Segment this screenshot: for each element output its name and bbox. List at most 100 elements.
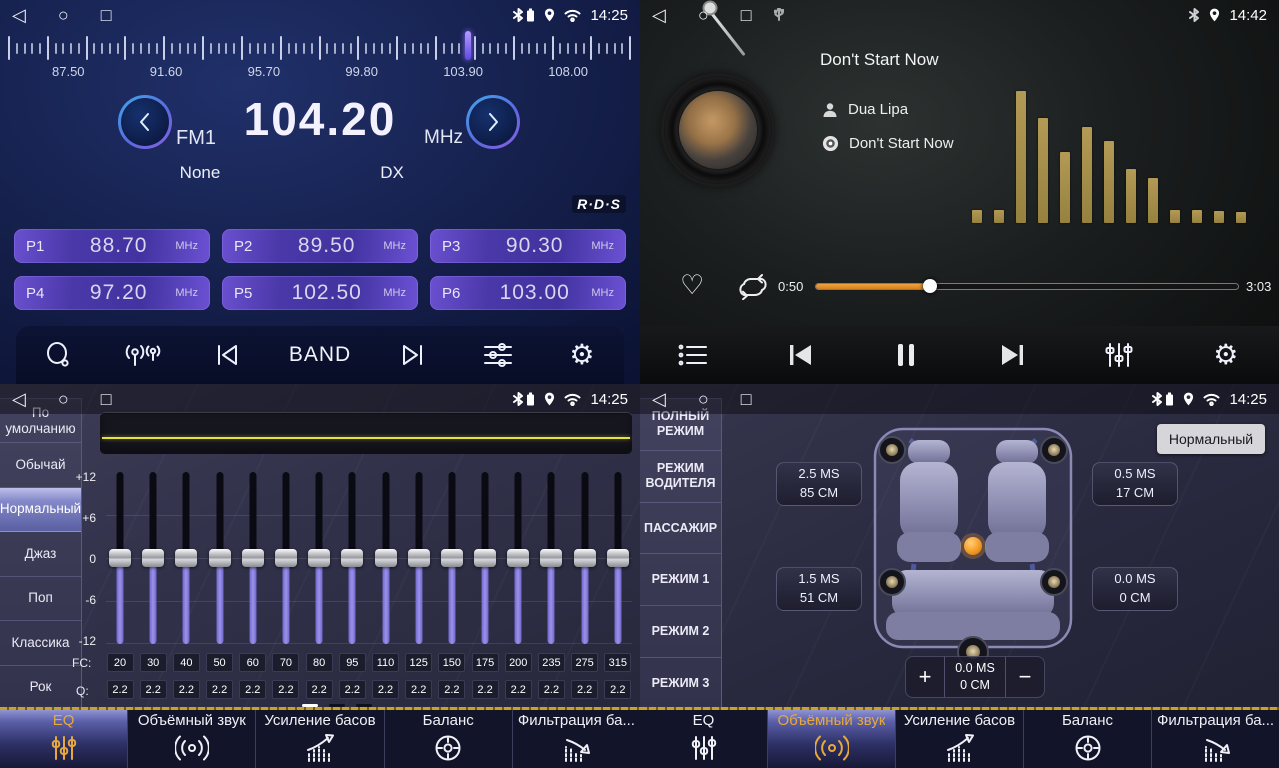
scan-icon[interactable] [36, 333, 80, 377]
slider-handle[interactable] [574, 549, 596, 567]
tab-audio-2[interactable]: Усиление басов [255, 710, 383, 768]
tab-audio-1[interactable]: Объёмный звук [767, 710, 895, 768]
tune-up-button[interactable] [466, 95, 520, 149]
band-slider[interactable] [405, 472, 433, 644]
band-slider[interactable] [106, 472, 134, 644]
broadcast-icon[interactable] [120, 333, 164, 377]
slider-handle[interactable] [375, 549, 397, 567]
mode-item-3[interactable]: РЕЖИМ 1 [640, 554, 721, 606]
pause-icon[interactable] [884, 333, 928, 377]
repeat-icon[interactable] [736, 274, 770, 300]
eq-sliders-icon [50, 732, 78, 764]
back-icon[interactable]: ◁ [12, 0, 26, 30]
delay-chip-rear-left[interactable]: 1.5 MS 51 CM [776, 567, 862, 611]
seek-knob[interactable] [923, 279, 937, 293]
delay-chip-front-left[interactable]: 2.5 MS 85 CM [776, 462, 862, 506]
slider-handle[interactable] [275, 549, 297, 567]
band-slider[interactable] [206, 472, 234, 644]
slider-handle[interactable] [607, 549, 629, 567]
preset-button-p2[interactable]: P289.50MHz [222, 229, 418, 263]
recents-icon[interactable]: □ [741, 0, 752, 30]
slider-handle[interactable] [308, 549, 330, 567]
frequency-dial[interactable] [8, 33, 632, 63]
band-slider[interactable] [272, 472, 300, 644]
band-slider[interactable] [172, 472, 200, 644]
back-icon[interactable]: ◁ [652, 0, 666, 30]
tab-audio-3[interactable]: Баланс [1023, 710, 1151, 768]
back-icon[interactable]: ◁ [652, 384, 666, 414]
recents-icon[interactable]: □ [101, 0, 112, 30]
slider-handle[interactable] [408, 549, 430, 567]
home-icon[interactable]: ○ [698, 0, 709, 30]
preset-button-p5[interactable]: P5102.50MHz [222, 276, 418, 310]
slider-handle[interactable] [109, 549, 131, 567]
next-station-icon[interactable] [391, 333, 435, 377]
field-preset-button[interactable]: Нормальный [1157, 424, 1265, 454]
delay-chip-rear-right[interactable]: 0.0 MS 0 CM [1092, 567, 1178, 611]
tune-sliders-icon[interactable] [476, 333, 520, 377]
settings-gear-icon[interactable]: ⚙ [560, 333, 604, 377]
slider-handle[interactable] [142, 549, 164, 567]
previous-track-icon[interactable] [778, 333, 822, 377]
band-slider[interactable] [537, 472, 565, 644]
home-icon[interactable]: ○ [698, 384, 709, 414]
band-slider[interactable] [438, 472, 466, 644]
band-slider[interactable] [338, 472, 366, 644]
tab-audio-4[interactable]: Фильтрация ба... [1151, 710, 1279, 768]
slider-handle[interactable] [341, 549, 363, 567]
slider-handle[interactable] [209, 549, 231, 567]
increase-delay-button[interactable]: + [906, 657, 944, 697]
eq-preset-item-6[interactable]: Рок [0, 666, 81, 710]
album-art-vinyl[interactable] [664, 76, 772, 184]
recents-icon[interactable]: □ [741, 384, 752, 414]
tab-audio-3[interactable]: Баланс [384, 710, 512, 768]
mode-item-1[interactable]: РЕЖИМ ВОДИТЕЛЯ [640, 451, 721, 503]
band-slider[interactable] [571, 472, 599, 644]
prev-station-icon[interactable] [205, 333, 249, 377]
favorite-heart-icon[interactable]: ♡ [680, 270, 704, 301]
tab-eq[interactable]: EQ [0, 710, 127, 768]
preset-button-p1[interactable]: P188.70MHz [14, 229, 210, 263]
tab-audio-4[interactable]: Фильтрация ба... [512, 710, 640, 768]
mode-item-2[interactable]: ПАССАЖИР [640, 503, 721, 555]
band-slider[interactable] [504, 472, 532, 644]
mixer-icon[interactable] [1097, 333, 1141, 377]
band-slider[interactable] [372, 472, 400, 644]
preset-button-p3[interactable]: P390.30MHz [430, 229, 626, 263]
home-icon[interactable]: ○ [58, 0, 69, 30]
slider-handle[interactable] [441, 549, 463, 567]
band-slider[interactable] [604, 472, 632, 644]
slider-handle[interactable] [175, 549, 197, 567]
eq-band-60: 602.2 [239, 472, 267, 699]
tab-eq[interactable]: EQ [640, 710, 767, 768]
mode-item-4[interactable]: РЕЖИМ 2 [640, 606, 721, 658]
clock: 14:25 [590, 7, 628, 24]
decrease-delay-button[interactable]: − [1006, 657, 1044, 697]
delay-chip-front-right[interactable]: 0.5 MS 17 CM [1092, 462, 1178, 506]
seek-bar[interactable] [816, 284, 1238, 289]
band-slider[interactable] [139, 472, 167, 644]
slider-handle[interactable] [474, 549, 496, 567]
preset-button-p4[interactable]: P497.20MHz [14, 276, 210, 310]
slider-handle[interactable] [540, 549, 562, 567]
recents-icon[interactable]: □ [101, 384, 112, 414]
band-slider[interactable] [239, 472, 267, 644]
home-icon[interactable]: ○ [58, 384, 69, 414]
band-slider[interactable] [471, 472, 499, 644]
tune-down-button[interactable] [118, 95, 172, 149]
next-track-icon[interactable] [991, 333, 1035, 377]
settings-gear-icon[interactable]: ⚙ [1204, 333, 1248, 377]
band-button[interactable]: BAND [289, 333, 351, 377]
mode-item-5[interactable]: РЕЖИМ 3 [640, 658, 721, 710]
playlist-icon[interactable] [671, 333, 715, 377]
slider-handle[interactable] [507, 549, 529, 567]
player-toolbar: ⚙ [640, 326, 1279, 384]
tab-audio-1[interactable]: Объёмный звук [127, 710, 255, 768]
dial-pointer[interactable] [465, 31, 471, 60]
slider-handle[interactable] [242, 549, 264, 567]
eq-band-275: 2752.2 [571, 472, 599, 699]
preset-button-p6[interactable]: P6103.00MHz [430, 276, 626, 310]
band-slider[interactable] [305, 472, 333, 644]
back-icon[interactable]: ◁ [12, 384, 26, 414]
tab-audio-2[interactable]: Усиление басов [895, 710, 1023, 768]
